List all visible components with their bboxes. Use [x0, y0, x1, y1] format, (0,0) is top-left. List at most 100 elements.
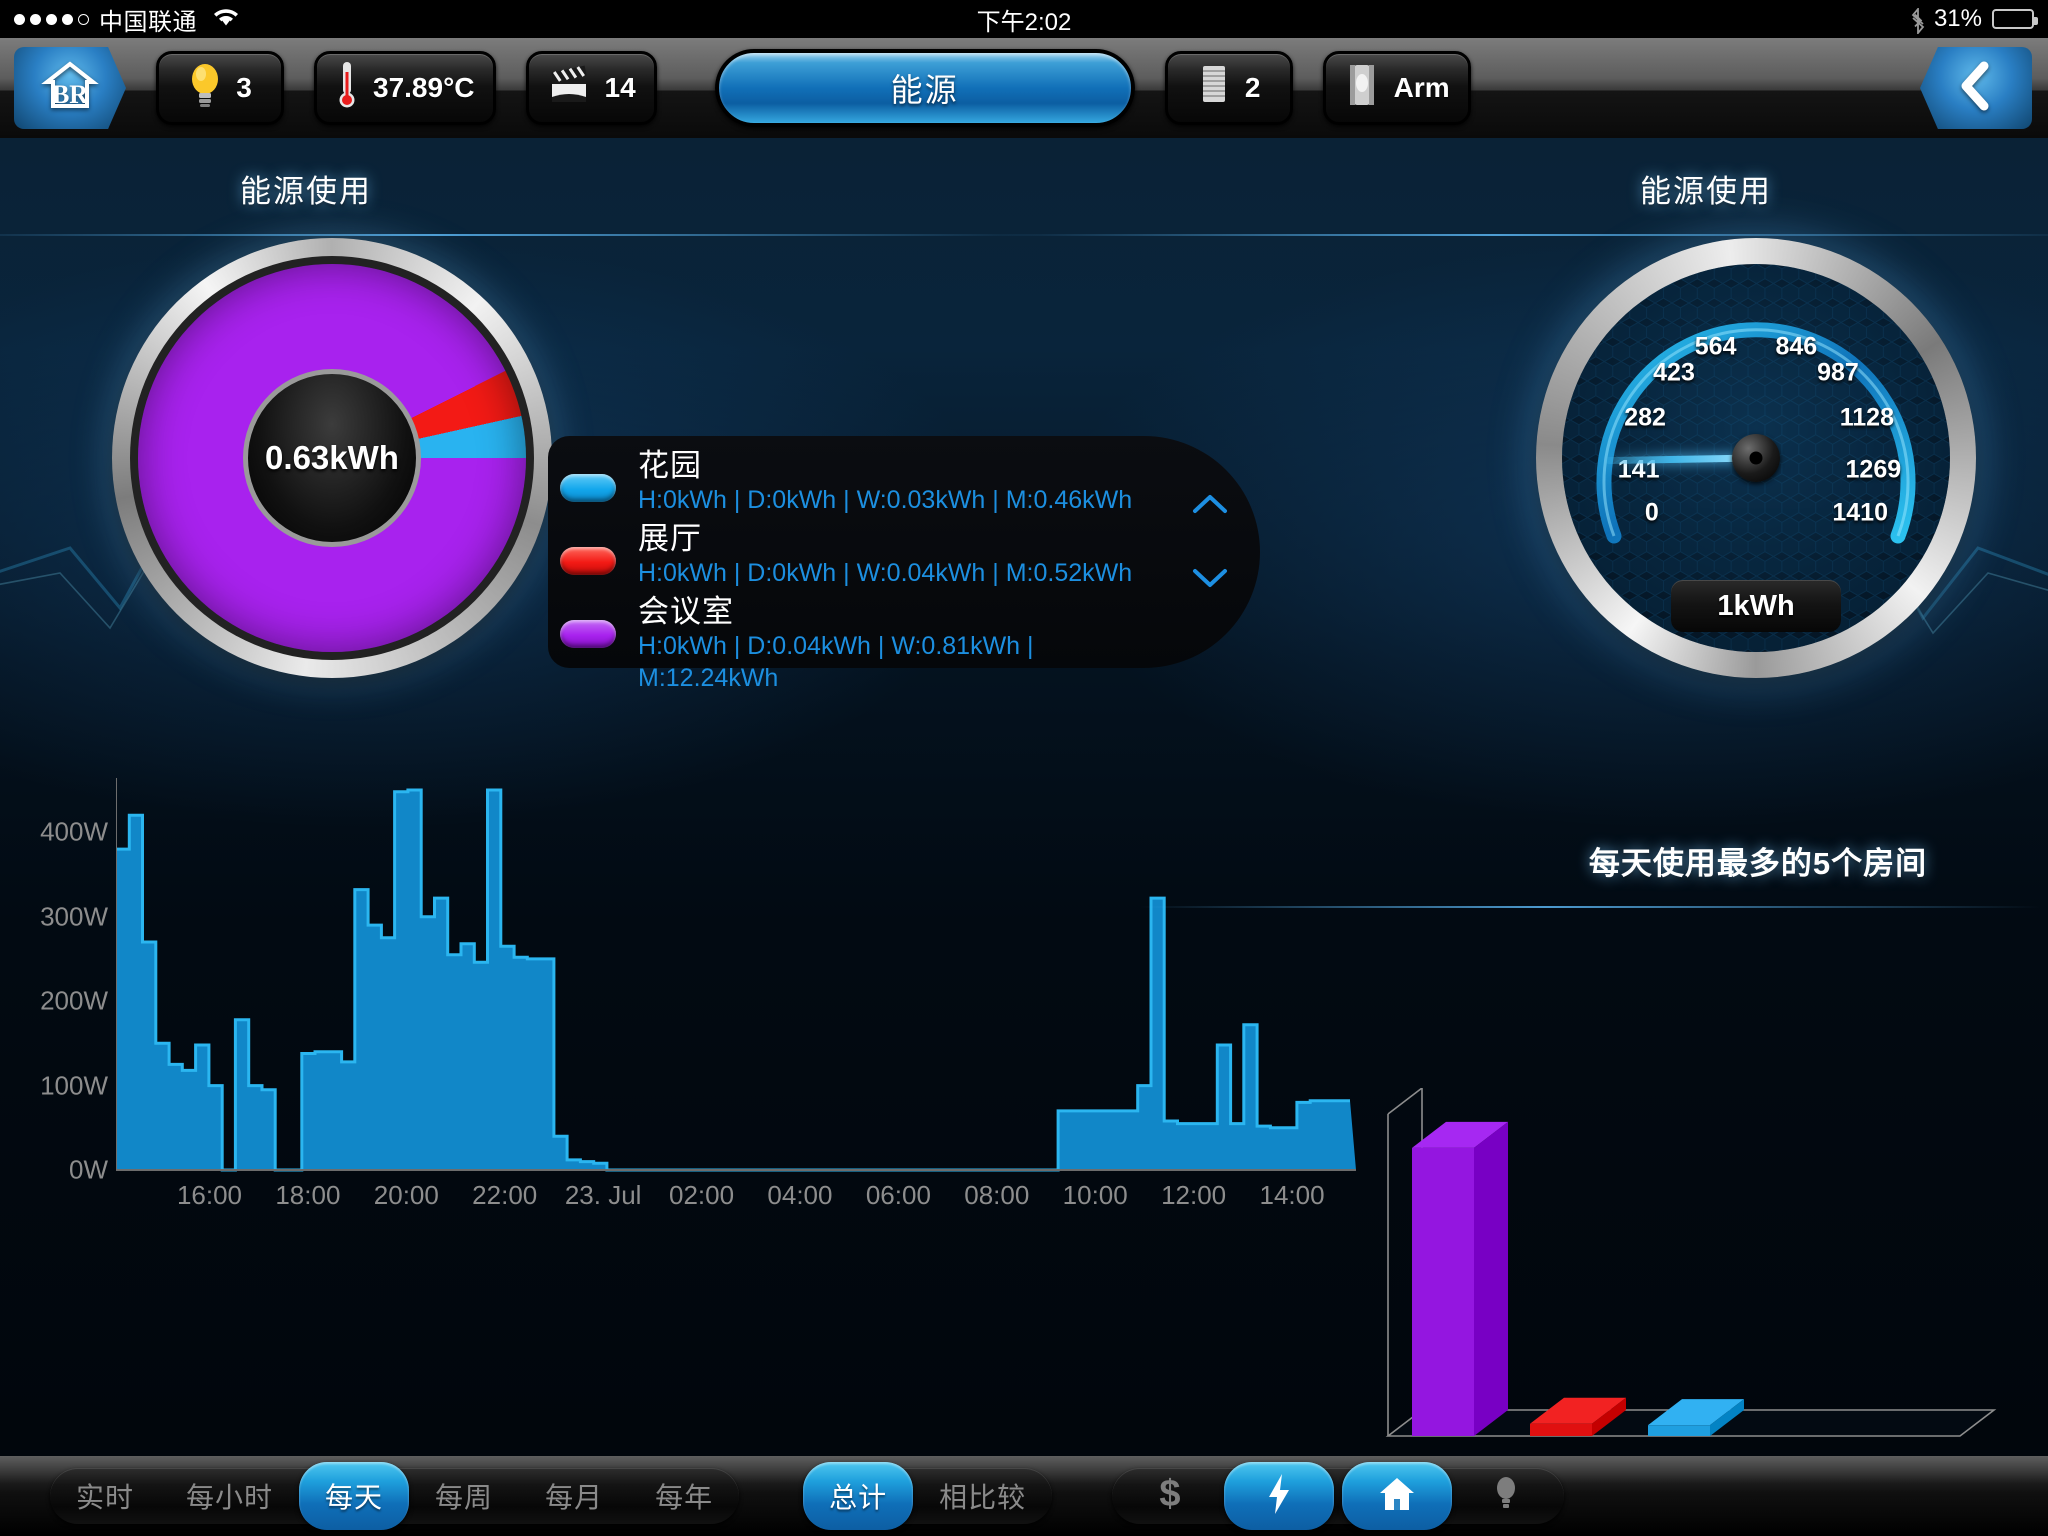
house-icon [1377, 1474, 1417, 1519]
right-panel-title: 能源使用 [1640, 174, 1772, 209]
chart-x-tick: 08:00 [964, 1180, 1030, 1210]
left-panel-title: 能源使用 [240, 174, 372, 209]
chart-y-tick: 200W [40, 985, 108, 1016]
legend-room-values: H:0kWh | D:0.04kWh | W:0.81kWh | M:12.24… [638, 632, 1034, 692]
top-rooms-3d-bar-chart[interactable] [1340, 1088, 2000, 1456]
legend-room-name: 花园 [638, 448, 702, 483]
module-segmented-control[interactable]: $ [1112, 1462, 1565, 1530]
chart-x-tick: 12:00 [1161, 1180, 1227, 1210]
blinds-icon [1197, 62, 1231, 115]
clock-label: 下午2:02 [976, 8, 1072, 36]
period-tab-2[interactable]: 每天 [299, 1462, 410, 1530]
mode-tab-0[interactable]: 总计 [803, 1462, 914, 1530]
status-bar: 中国联通 下午2:02 31% [0, 0, 2048, 38]
gauge-tick-label: 846 [1775, 332, 1818, 361]
legend-room-values: H:0kWh | D:0kWh | W:0.03kWh | M:0.46kWh [638, 486, 1133, 514]
gauge-tick-label: 1128 [1839, 403, 1894, 432]
chart-x-tick: 10:00 [1062, 1180, 1128, 1210]
top-rooms-title: 每天使用最多的5个房间 [1588, 846, 1928, 881]
gauge-tick-label: 282 [1624, 403, 1666, 432]
shades-count: 2 [1244, 72, 1261, 103]
svg-text:BR: BR [52, 80, 88, 109]
gauge-tick-label: 0 [1644, 498, 1659, 527]
chart-y-tick: 300W [40, 901, 108, 932]
chart-plot-area [116, 778, 1356, 1172]
period-tab-1[interactable]: 每小时 [160, 1468, 299, 1524]
legend-list: 花园 H:0kWh | D:0kWh | W:0.03kWh | M:0.46kW… [560, 448, 1170, 699]
bulb-icon [1493, 1474, 1519, 1519]
legend-row[interactable]: 展厅 H:0kWh | D:0kWh | W:0.04kWh | M:0.52kW… [560, 521, 1170, 589]
period-tab-0[interactable]: 实时 [50, 1468, 160, 1524]
bluetooth-icon [1910, 6, 1925, 36]
home-logo-icon: BR [41, 60, 99, 117]
chart-y-tick: 0W [69, 1154, 108, 1185]
chart-x-tick: 02:00 [669, 1180, 735, 1210]
chart-y-tick: 400W [40, 816, 108, 847]
chevron-up-icon[interactable] [1192, 492, 1228, 514]
divider-left [0, 234, 1040, 236]
energy-donut-chart[interactable]: 0.63kWh [112, 238, 552, 678]
scenes-button[interactable]: 14 [525, 51, 657, 125]
bottom-tab-bar: 实时 每小时 每天 每周 每月 每年 总计 相比较 $ [0, 1456, 2048, 1536]
scenes-count: 14 [604, 72, 636, 103]
main-content: 能源使用 能源使用 0.63kWh 花园 H:0kWh | D:0kWh | W:… [0, 138, 2048, 1456]
gauge-tick-label: 987 [1817, 358, 1859, 387]
battery-icon [1992, 9, 2038, 29]
period-tab-3[interactable]: 每周 [409, 1468, 519, 1524]
alarm-icon [1344, 61, 1380, 116]
legend-row[interactable]: 会议室 H:0kWh | D:0.04kWh | W:0.81kWh | M:12… [560, 594, 1170, 694]
mode-tab-1[interactable]: 相比较 [913, 1468, 1052, 1524]
chart-x-tick: 22:00 [472, 1180, 538, 1210]
mode-segmented-control[interactable]: 总计 相比较 [803, 1462, 1053, 1530]
lightbulb-icon [188, 62, 222, 115]
legend-room-name: 会议室 [638, 594, 734, 629]
module-tab-lightning[interactable] [1224, 1462, 1335, 1530]
legend-color-swatch [560, 620, 616, 648]
chart-x-tick: 20:00 [373, 1180, 439, 1210]
home-logo-button[interactable]: BR [14, 47, 126, 129]
module-tab-dollar[interactable]: $ [1124, 1468, 1216, 1524]
divider-right [1000, 234, 2048, 236]
temperature-button[interactable]: 37.89°C [314, 51, 496, 125]
legend-row[interactable]: 花园 H:0kWh | D:0kWh | W:0.03kWh | M:0.46kW… [560, 448, 1170, 516]
legend-room-values: H:0kWh | D:0kWh | W:0.04kWh | M:0.52kWh [638, 559, 1133, 587]
energy-speed-gauge[interactable]: 0 141 282 423 564 846 987 1128 1269 1410 1kWh [1536, 238, 1976, 678]
legend-color-swatch [560, 547, 616, 575]
thermometer-icon [335, 60, 359, 117]
module-tab-house[interactable] [1342, 1462, 1453, 1530]
chart-y-tick: 100W [40, 1070, 108, 1101]
lights-button[interactable]: 3 [156, 51, 284, 125]
chart-x-tick: 16:00 [176, 1180, 243, 1210]
energy-legend-panel: 花园 H:0kWh | D:0kWh | W:0.03kWh | M:0.46kW… [548, 436, 1260, 692]
back-chevron-icon [1956, 60, 1996, 117]
back-button[interactable] [1920, 47, 2032, 129]
power-history-chart[interactable]: 0W 100W 200W 300W 400W 16:00 18:00 20:00 22:00 2… [30, 778, 1360, 1338]
lightning-icon [1264, 1472, 1294, 1521]
chart-y-axis-labels: 0W 100W 200W 300W 400W [30, 778, 108, 1185]
legend-room-name: 展厅 [638, 521, 702, 556]
legend-color-swatch [560, 474, 616, 502]
gauge-hub [1732, 434, 1780, 482]
gauge-tick-label: 1269 [1845, 455, 1902, 484]
lights-count: 3 [236, 72, 252, 103]
chart-x-tick: 04:00 [767, 1180, 833, 1210]
gauge-tick-label: 564 [1694, 332, 1737, 361]
chart-x-tick: 18:00 [275, 1180, 341, 1210]
arm-button[interactable]: Arm [1322, 51, 1471, 125]
chevron-down-icon[interactable] [1192, 568, 1228, 590]
clapperboard-icon [547, 63, 591, 114]
tab-energy[interactable]: 能源 [714, 49, 1135, 127]
period-tab-4[interactable]: 每月 [519, 1468, 629, 1524]
temperature-value: 37.89°C [373, 72, 475, 103]
status-bar-right: 31% [1910, 5, 2038, 36]
arm-label: Arm [1393, 72, 1450, 103]
chart-x-tick: 14:00 [1259, 1180, 1325, 1210]
period-segmented-control[interactable]: 实时 每小时 每天 每周 每月 每年 [50, 1462, 740, 1530]
period-tab-5[interactable]: 每年 [629, 1468, 739, 1524]
gauge-tick-label: 1410 [1832, 498, 1888, 527]
battery-percent-label: 31% [1933, 5, 1982, 32]
chart-x-tick: 23. Jul [564, 1180, 642, 1210]
shades-button[interactable]: 2 [1164, 51, 1293, 125]
module-tab-bulb[interactable] [1460, 1468, 1552, 1524]
donut-center-value: 0.63kWh [243, 369, 421, 547]
